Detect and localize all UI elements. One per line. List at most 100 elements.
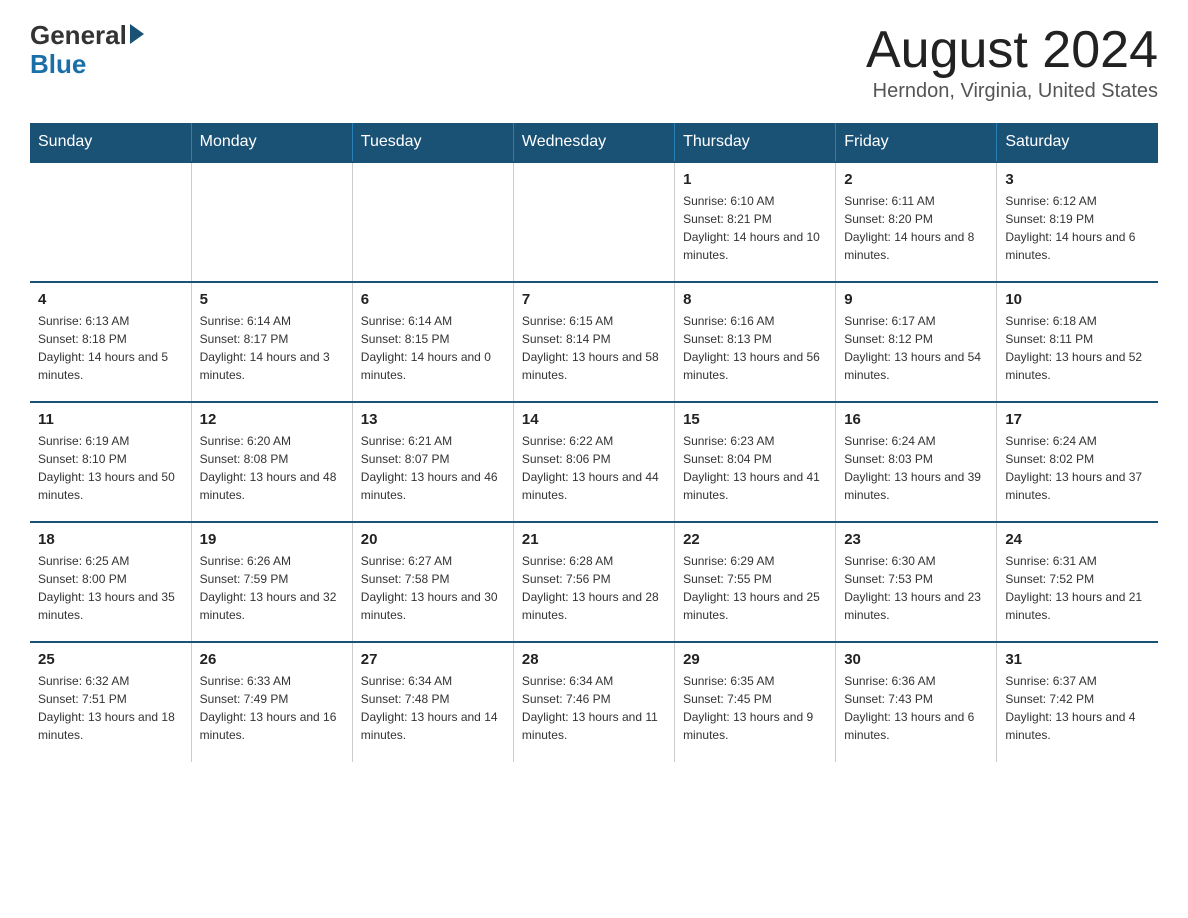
weekday-header-friday: Friday: [836, 123, 997, 162]
day-info: Sunrise: 6:24 AM Sunset: 8:02 PM Dayligh…: [1005, 432, 1150, 504]
day-number: 13: [361, 411, 505, 428]
day-info: Sunrise: 6:31 AM Sunset: 7:52 PM Dayligh…: [1005, 552, 1150, 624]
day-info: Sunrise: 6:17 AM Sunset: 8:12 PM Dayligh…: [844, 312, 988, 384]
day-cell: 23 Sunrise: 6:30 AM Sunset: 7:53 PM Dayli…: [836, 522, 997, 642]
day-cell: 2 Sunrise: 6:11 AM Sunset: 8:20 PM Daylig…: [836, 162, 997, 282]
day-number: 27: [361, 651, 505, 668]
day-info: Sunrise: 6:10 AM Sunset: 8:21 PM Dayligh…: [683, 192, 827, 264]
day-info: Sunrise: 6:13 AM Sunset: 8:18 PM Dayligh…: [38, 312, 183, 384]
day-number: 10: [1005, 291, 1150, 308]
day-cell: 13 Sunrise: 6:21 AM Sunset: 8:07 PM Dayli…: [352, 402, 513, 522]
day-cell: 5 Sunrise: 6:14 AM Sunset: 8:17 PM Daylig…: [191, 282, 352, 402]
logo: General Blue: [30, 20, 148, 77]
day-number: 21: [522, 531, 666, 548]
day-info: Sunrise: 6:14 AM Sunset: 8:17 PM Dayligh…: [200, 312, 344, 384]
day-info: Sunrise: 6:11 AM Sunset: 8:20 PM Dayligh…: [844, 192, 988, 264]
week-row-3: 11Sunrise: 6:19 AM Sunset: 8:10 PM Dayli…: [30, 402, 1158, 522]
day-number: 14: [522, 411, 666, 428]
day-number: 3: [1005, 171, 1150, 188]
day-cell: 6 Sunrise: 6:14 AM Sunset: 8:15 PM Daylig…: [352, 282, 513, 402]
day-number: 31: [1005, 651, 1150, 668]
month-title: August 2024: [866, 20, 1158, 80]
weekday-header-row: SundayMondayTuesdayWednesdayThursdayFrid…: [30, 123, 1158, 162]
week-row-2: 4 Sunrise: 6:13 AM Sunset: 8:18 PM Daylig…: [30, 282, 1158, 402]
day-info: Sunrise: 6:27 AM Sunset: 7:58 PM Dayligh…: [361, 552, 505, 624]
day-cell: 22Sunrise: 6:29 AM Sunset: 7:55 PM Dayli…: [675, 522, 836, 642]
weekday-header-sunday: Sunday: [30, 123, 191, 162]
day-info: Sunrise: 6:14 AM Sunset: 8:15 PM Dayligh…: [361, 312, 505, 384]
calendar-table: SundayMondayTuesdayWednesdayThursdayFrid…: [30, 123, 1158, 762]
day-info: Sunrise: 6:15 AM Sunset: 8:14 PM Dayligh…: [522, 312, 666, 384]
day-number: 7: [522, 291, 666, 308]
day-number: 20: [361, 531, 505, 548]
week-row-1: 1 Sunrise: 6:10 AM Sunset: 8:21 PM Daylig…: [30, 162, 1158, 282]
day-cell: 31Sunrise: 6:37 AM Sunset: 7:42 PM Dayli…: [997, 642, 1158, 762]
week-row-4: 18 Sunrise: 6:25 AM Sunset: 8:00 PM Dayli…: [30, 522, 1158, 642]
day-number: 12: [200, 411, 344, 428]
day-info: Sunrise: 6:35 AM Sunset: 7:45 PM Dayligh…: [683, 672, 827, 744]
day-number: 4: [38, 291, 183, 308]
day-number: 5: [200, 291, 344, 308]
weekday-header-tuesday: Tuesday: [352, 123, 513, 162]
day-cell: 3 Sunrise: 6:12 AM Sunset: 8:19 PM Daylig…: [997, 162, 1158, 282]
day-info: Sunrise: 6:16 AM Sunset: 8:13 PM Dayligh…: [683, 312, 827, 384]
day-number: 29: [683, 651, 827, 668]
day-cell: 12 Sunrise: 6:20 AM Sunset: 8:08 PM Dayli…: [191, 402, 352, 522]
day-number: 16: [844, 411, 988, 428]
day-number: 6: [361, 291, 505, 308]
day-cell: 26 Sunrise: 6:33 AM Sunset: 7:49 PM Dayli…: [191, 642, 352, 762]
day-info: Sunrise: 6:20 AM Sunset: 8:08 PM Dayligh…: [200, 432, 344, 504]
day-number: 18: [38, 531, 183, 548]
day-cell: 21Sunrise: 6:28 AM Sunset: 7:56 PM Dayli…: [513, 522, 674, 642]
day-number: 15: [683, 411, 827, 428]
logo-blue-line: Blue: [30, 51, 86, 77]
day-info: Sunrise: 6:34 AM Sunset: 7:48 PM Dayligh…: [361, 672, 505, 744]
day-cell: 27 Sunrise: 6:34 AM Sunset: 7:48 PM Dayli…: [352, 642, 513, 762]
day-info: Sunrise: 6:29 AM Sunset: 7:55 PM Dayligh…: [683, 552, 827, 624]
day-number: 11: [38, 411, 183, 428]
header: General Blue August 2024 Herndon, Virgin…: [30, 20, 1158, 103]
day-number: 26: [200, 651, 344, 668]
day-cell: 20 Sunrise: 6:27 AM Sunset: 7:58 PM Dayli…: [352, 522, 513, 642]
day-cell: 28Sunrise: 6:34 AM Sunset: 7:46 PM Dayli…: [513, 642, 674, 762]
day-number: 2: [844, 171, 988, 188]
day-cell: 7 Sunrise: 6:15 AM Sunset: 8:14 PM Daylig…: [513, 282, 674, 402]
day-info: Sunrise: 6:21 AM Sunset: 8:07 PM Dayligh…: [361, 432, 505, 504]
day-number: 19: [200, 531, 344, 548]
day-info: Sunrise: 6:25 AM Sunset: 8:00 PM Dayligh…: [38, 552, 183, 624]
day-cell: 24 Sunrise: 6:31 AM Sunset: 7:52 PM Dayli…: [997, 522, 1158, 642]
day-info: Sunrise: 6:33 AM Sunset: 7:49 PM Dayligh…: [200, 672, 344, 744]
location-title: Herndon, Virginia, United States: [866, 80, 1158, 103]
day-info: Sunrise: 6:30 AM Sunset: 7:53 PM Dayligh…: [844, 552, 988, 624]
day-number: 8: [683, 291, 827, 308]
day-cell: 17 Sunrise: 6:24 AM Sunset: 8:02 PM Dayli…: [997, 402, 1158, 522]
day-cell: [191, 162, 352, 282]
day-info: Sunrise: 6:23 AM Sunset: 8:04 PM Dayligh…: [683, 432, 827, 504]
day-cell: 15 Sunrise: 6:23 AM Sunset: 8:04 PM Dayli…: [675, 402, 836, 522]
day-number: 17: [1005, 411, 1150, 428]
weekday-header-thursday: Thursday: [675, 123, 836, 162]
day-cell: 29 Sunrise: 6:35 AM Sunset: 7:45 PM Dayli…: [675, 642, 836, 762]
day-cell: 30 Sunrise: 6:36 AM Sunset: 7:43 PM Dayli…: [836, 642, 997, 762]
day-info: Sunrise: 6:32 AM Sunset: 7:51 PM Dayligh…: [38, 672, 183, 744]
day-number: 24: [1005, 531, 1150, 548]
week-row-5: 25 Sunrise: 6:32 AM Sunset: 7:51 PM Dayli…: [30, 642, 1158, 762]
day-info: Sunrise: 6:22 AM Sunset: 8:06 PM Dayligh…: [522, 432, 666, 504]
day-cell: 9Sunrise: 6:17 AM Sunset: 8:12 PM Daylig…: [836, 282, 997, 402]
day-cell: 4 Sunrise: 6:13 AM Sunset: 8:18 PM Daylig…: [30, 282, 191, 402]
day-info: Sunrise: 6:12 AM Sunset: 8:19 PM Dayligh…: [1005, 192, 1150, 264]
weekday-header-monday: Monday: [191, 123, 352, 162]
day-info: Sunrise: 6:34 AM Sunset: 7:46 PM Dayligh…: [522, 672, 666, 744]
day-number: 1: [683, 171, 827, 188]
day-cell: 11Sunrise: 6:19 AM Sunset: 8:10 PM Dayli…: [30, 402, 191, 522]
logo-general-text: General: [30, 20, 127, 51]
day-cell: 1 Sunrise: 6:10 AM Sunset: 8:21 PM Daylig…: [675, 162, 836, 282]
day-number: 25: [38, 651, 183, 668]
day-cell: 18 Sunrise: 6:25 AM Sunset: 8:00 PM Dayli…: [30, 522, 191, 642]
day-info: Sunrise: 6:36 AM Sunset: 7:43 PM Dayligh…: [844, 672, 988, 744]
day-number: 30: [844, 651, 988, 668]
weekday-header-saturday: Saturday: [997, 123, 1158, 162]
day-info: Sunrise: 6:26 AM Sunset: 7:59 PM Dayligh…: [200, 552, 344, 624]
day-number: 23: [844, 531, 988, 548]
title-area: August 2024 Herndon, Virginia, United St…: [866, 20, 1158, 103]
